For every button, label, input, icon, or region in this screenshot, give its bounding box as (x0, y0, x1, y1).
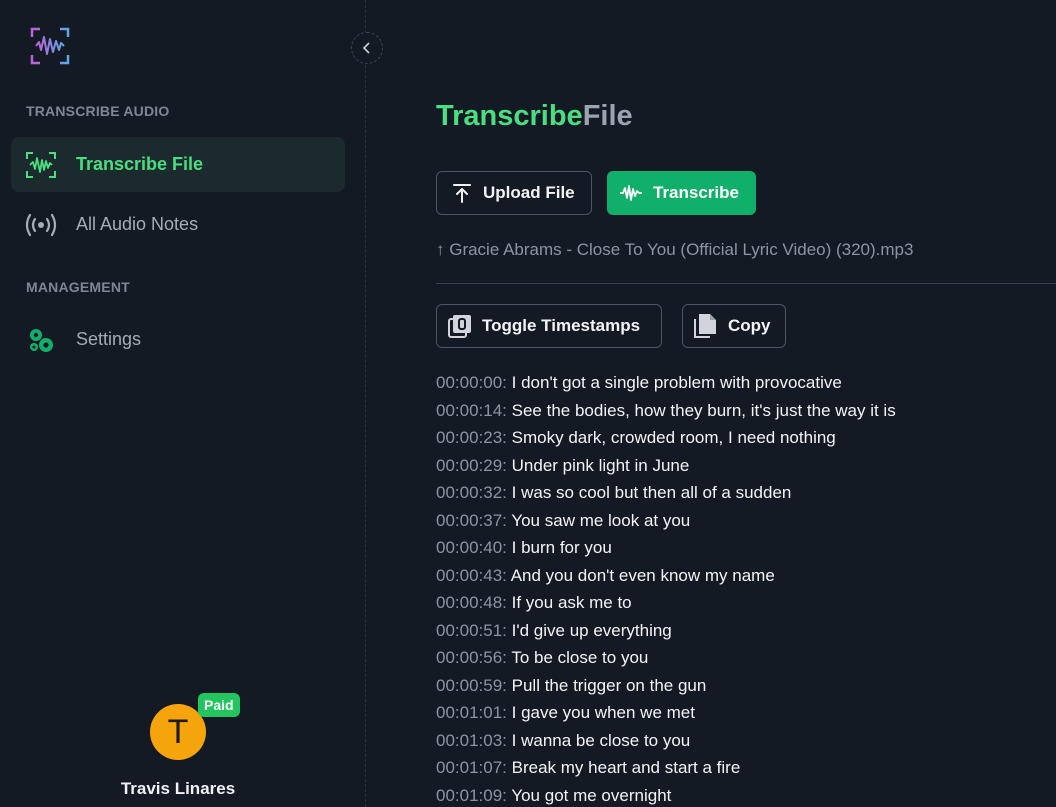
transcript-text: Break my heart and start a fire (511, 758, 741, 777)
transcript-text: I'd give up everything (511, 620, 672, 640)
collapse-sidebar-button[interactable] (351, 32, 383, 64)
transcript-line: 00:00:40: I burn for you (436, 534, 1056, 562)
transcript: 00:00:00: I don't got a single problem w… (436, 369, 1056, 807)
app-logo[interactable] (30, 27, 70, 65)
transcript-line: 00:00:23: Smoky dark, crowded room, I ne… (436, 424, 1056, 452)
transcript-line: 00:00:43: And you don't even know my nam… (436, 562, 1056, 590)
transcript-text: If you ask me to (511, 593, 632, 612)
waveform-icon (619, 184, 643, 202)
transcribe-button[interactable]: Transcribe (607, 171, 756, 215)
timestamp: 00:00:56: (436, 648, 507, 667)
transcript-line: 00:01:07: Break my heart and start a fir… (436, 754, 1056, 782)
transcript-line: 00:01:01: I gave you when we met (436, 699, 1056, 727)
timestamp: 00:01:01: (436, 703, 507, 722)
transcript-text: See the bodies, how they burn, it's just… (511, 400, 896, 420)
timestamp: 00:01:03: (436, 730, 507, 750)
user-profile[interactable]: T Paid Travis Linares (0, 690, 366, 807)
sidebar-item-label: All Audio Notes (76, 214, 199, 234)
broadcast-icon (25, 211, 57, 239)
timestamp: 00:00:51: (436, 620, 507, 640)
timestamp: 00:00:32: (436, 483, 507, 502)
timestamp: 00:01:09: (436, 785, 507, 805)
timestamp: 00:00:59: (436, 675, 507, 695)
transcript-text: Under pink light in June (511, 455, 690, 475)
transcript-line: 00:01:09: You got me overnight (436, 782, 1056, 807)
timestamp: 00:00:14: (436, 400, 507, 420)
toggle-timestamps-button[interactable]: Toggle Timestamps (436, 304, 662, 348)
transcript-text: You saw me look at you (511, 510, 691, 530)
section-title-transcribe-audio: TRANSCRIBE AUDIO (26, 103, 170, 119)
timestamps-icon (448, 314, 472, 338)
selected-file-name: ↑ Gracie Abrams - Close To You (Official… (436, 240, 914, 259)
app-root: TRANSCRIBE AUDIO Transcribe File All Aud… (0, 0, 1056, 807)
chevron-left-icon (362, 42, 370, 54)
transcript-line: 00:00:14: See the bodies, how they burn,… (436, 397, 1056, 425)
page-title-part-2: File (582, 100, 633, 132)
transcribe-label: Transcribe (653, 183, 739, 202)
transcript-line: 00:01:03: I wanna be close to you (436, 727, 1056, 755)
sidebar-item-settings[interactable]: Settings (11, 312, 345, 367)
copy-button[interactable]: Copy (682, 304, 786, 348)
transcript-text: I wanna be close to you (511, 730, 691, 750)
timestamp: 00:01:07: (436, 758, 507, 777)
timestamp: 00:00:29: (436, 455, 507, 475)
sidebar-item-label: Transcribe File (76, 154, 204, 174)
transcript-line: 00:00:56: To be close to you (436, 644, 1056, 672)
timestamp: 00:00:48: (436, 593, 507, 612)
transcript-line: 00:00:48: If you ask me to (436, 589, 1056, 617)
page-title-part-1: Transcribe (436, 100, 583, 132)
transcript-line: 00:00:29: Under pink light in June (436, 452, 1056, 480)
timestamp: 00:00:40: (436, 538, 507, 557)
upload-file-label: Upload File (483, 183, 575, 202)
upload-icon (451, 182, 473, 204)
transcript-line: 00:00:00: I don't got a single problem w… (436, 369, 1056, 397)
sidebar: TRANSCRIBE AUDIO Transcribe File All Aud… (0, 0, 383, 807)
transcript-line: 00:00:51: I'd give up everything (436, 617, 1056, 645)
timestamp: 00:00:23: (436, 428, 507, 447)
timestamp: 00:00:37: (436, 510, 507, 530)
transcript-text: I gave you when we met (511, 703, 695, 722)
copy-icon (694, 313, 718, 339)
transcript-line: 00:00:59: Pull the trigger on the gun (436, 672, 1056, 700)
transcript-text: You got me overnight (511, 785, 672, 805)
plan-badge: Paid (198, 693, 240, 717)
user-name: Travis Linares (120, 779, 236, 798)
section-title-management: MANAGEMENT (26, 279, 130, 295)
transcript-text: I don't got a single problem with provoc… (511, 373, 842, 392)
timestamp: 00:00:43: (436, 565, 507, 585)
logo-icon (30, 27, 70, 65)
sidebar-item-all-audio-notes[interactable]: All Audio Notes (11, 197, 345, 252)
copy-label: Copy (728, 316, 771, 335)
transcript-text: Pull the trigger on the gun (511, 675, 707, 695)
sidebar-item-label: Settings (76, 329, 142, 349)
transcript-text: Smoky dark, crowded room, I need nothing (511, 428, 836, 447)
upload-file-button[interactable]: Upload File (436, 171, 592, 215)
transcript-line: 00:00:37: You saw me look at you (436, 507, 1056, 535)
waveform-scan-icon (25, 151, 57, 179)
divider (436, 283, 1056, 284)
sidebar-item-transcribe-file[interactable]: Transcribe File (11, 137, 345, 192)
transcript-line: 00:00:32: I was so cool but then all of … (436, 479, 1056, 507)
transcript-text: I was so cool but then all of a sudden (511, 483, 792, 502)
toggle-timestamps-label: Toggle Timestamps (482, 316, 641, 335)
transcript-text: To be close to you (511, 648, 649, 667)
transcript-text: I burn for you (511, 538, 612, 557)
gears-icon (25, 326, 57, 354)
timestamp: 00:00:00: (436, 373, 507, 392)
transcript-text: And you don't even know my name (510, 565, 775, 585)
page-title: TranscribeFile (436, 100, 633, 133)
